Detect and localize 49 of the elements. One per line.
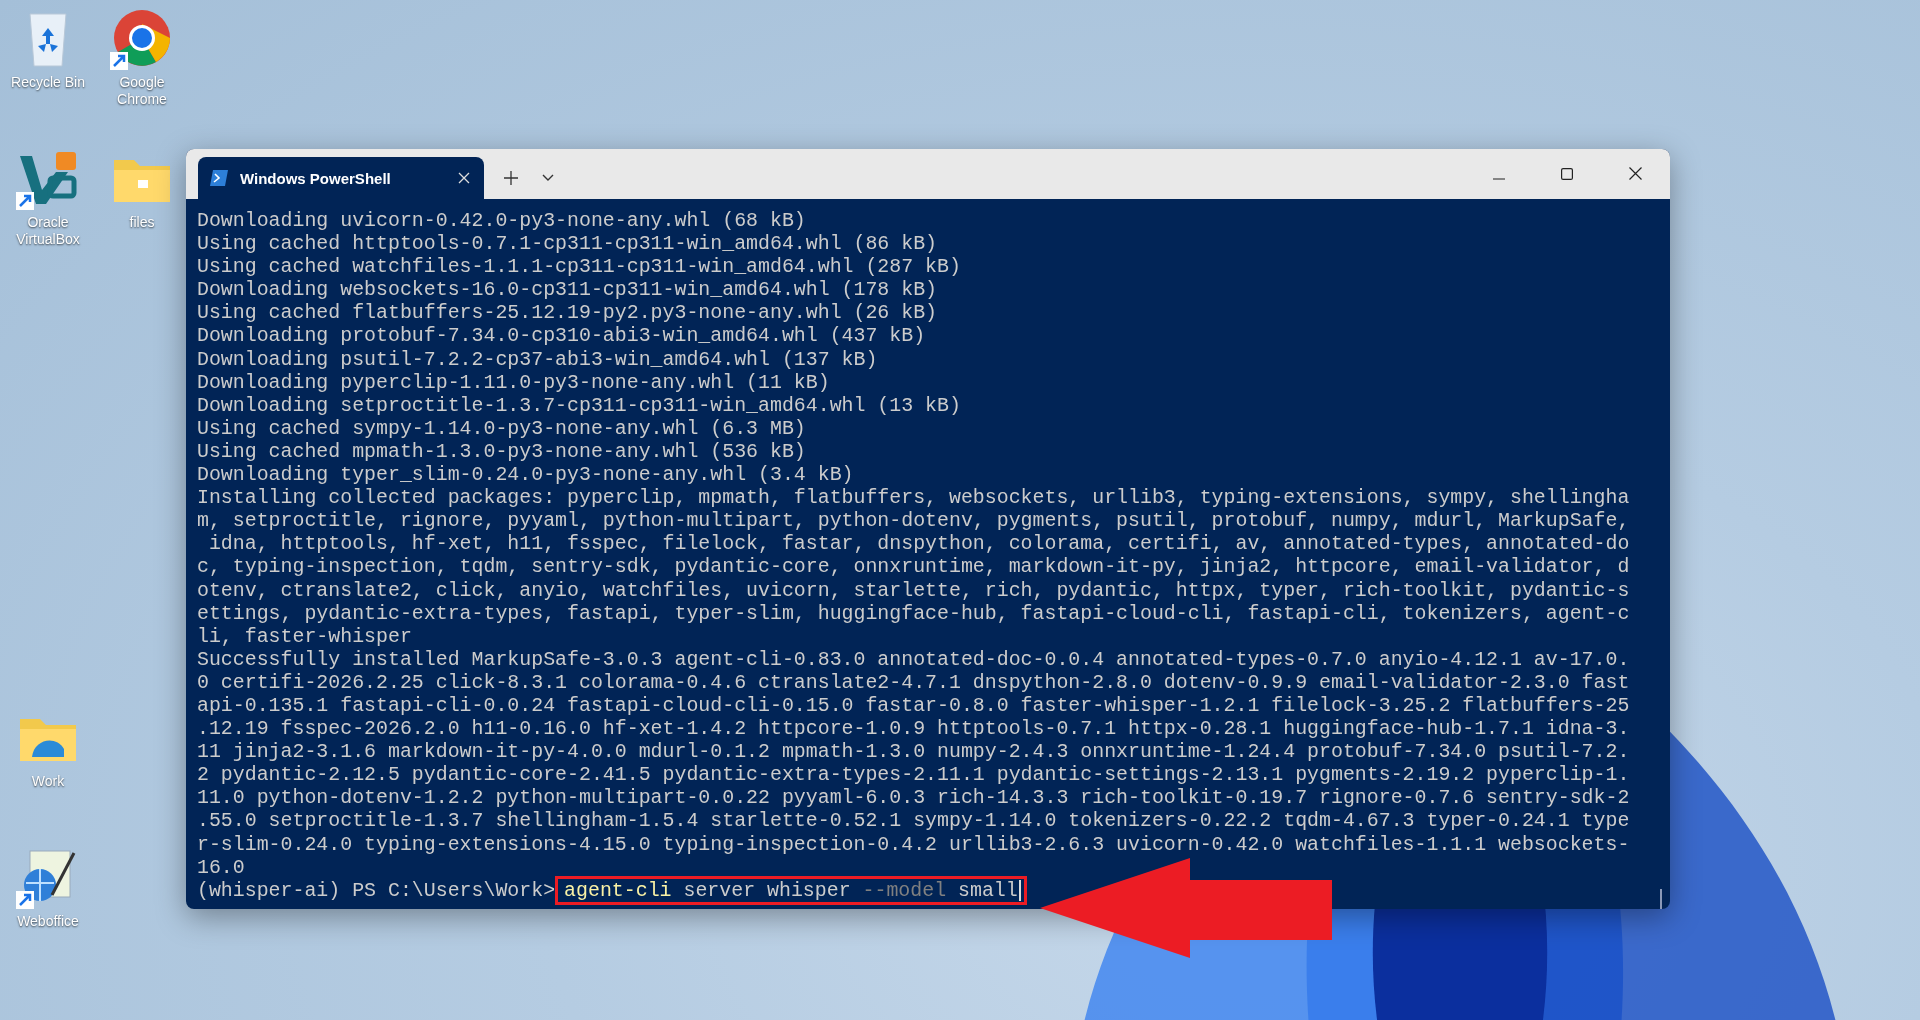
command-token: whisper bbox=[767, 878, 851, 902]
terminal-output-line: Downloading typer_slim-0.24.0-py3-none-any.whl (3.4 kB) bbox=[197, 463, 855, 487]
terminal-output-line: api-0.135.1 fastapi-cli-0.0.24 fastapi-cloud-cli-0.15.0 fastar-0.8.0 faster-whisper-1.2.1 filelock-3.25.2 flatbuffers-25 bbox=[197, 693, 1631, 718]
terminal-output-line: Downloading uvicorn-0.42.0-py3-none-any.whl (68 kB) bbox=[197, 209, 807, 233]
chevron-down-icon[interactable] bbox=[542, 174, 554, 182]
plus-icon[interactable] bbox=[504, 171, 518, 185]
desktop-icon-label[interactable]: files bbox=[129, 214, 155, 231]
tab-title: Windows PowerShell bbox=[240, 169, 392, 187]
terminal-output-line: 16.0 bbox=[197, 855, 246, 879]
terminal-output-line: li, faster-whisper bbox=[197, 624, 413, 648]
terminal-output-line: Using cached watchfiles-1.1.1-cp311-cp311-win_amd64.whl (287 kB) bbox=[197, 255, 962, 279]
desktop-icon-label[interactable]: Google Chrome bbox=[96, 74, 188, 108]
terminal-output-line: otenv, ctranslate2, click, anyio, watchfiles, uvicorn, starlette, rich, pydantic, httpx, typer, rich-toolkit, pydantic-s bbox=[197, 578, 1631, 602]
text-cursor bbox=[1018, 879, 1021, 901]
powershell-icon bbox=[210, 170, 228, 186]
command-token: server bbox=[683, 878, 756, 902]
terminal-output-line: m, setproctitle, rignore, pyyaml, python-multipart, python-dotenv, pygments, psutil, protobuf, numpy, mdurl, MarkupSafe, bbox=[197, 509, 1631, 533]
terminal-output-line: ettings, pydantic-extra-types, fastapi, typer-slim, huggingface-hub, fastapi-cloud-cli, fastapi-cli, tokenizers, agent-c bbox=[197, 601, 1631, 625]
terminal-output-line: c, typing-inspection, tqdm, sentry-sdk, pydantic-core, onnxruntime, markdown-it-py, jinja2, httpcore, email-validator, d bbox=[197, 555, 1631, 579]
terminal-output-line: Using cached sympy-1.14.0-py3-none-any.whl (6.3 MB) bbox=[197, 416, 807, 440]
terminal-output-line: 0 certifi-2026.2.25 click-8.3.1 colorama-0.4.6 ctranslate2-4.7.1 dnspython-2.8.0 dotenv-0.9.9 email-validator-2.3.0 fast bbox=[197, 670, 1631, 694]
desktop-icon-label[interactable]: Work bbox=[31, 773, 65, 790]
terminal-prompt: (whisper-ai) PS C:\Users\Work> bbox=[197, 878, 556, 904]
terminal-output-line: Downloading pyperclip-1.11.0-py3-none-any.whl (11 kB) bbox=[197, 370, 831, 394]
terminal-output-line: .12.19 fsspec-2026.2.0 h11-0.16.0 hf-xet-1.4.2 httpcore-1.0.9 httptools-0.7.1 httpx-0.28.1 huggingface-hub-1.7.1 idna-3. bbox=[197, 717, 1631, 741]
terminal-output-line: Downloading protobuf-7.34.0-cp310-abi3-win_amd64.whl (437 kB) bbox=[197, 324, 927, 348]
command-token: --model bbox=[862, 878, 947, 902]
desktop-icon-label[interactable]: Weboffice bbox=[17, 913, 79, 930]
command-token: small bbox=[958, 878, 1018, 902]
terminal-tab[interactable]: Windows PowerShell bbox=[198, 157, 484, 199]
terminal-output-line: Using cached httptools-0.7.1-cp311-cp311-win_amd64.whl (86 kB) bbox=[197, 232, 939, 256]
desktop-icon-label[interactable]: Oracle VirtualBox bbox=[2, 214, 94, 248]
maximize-icon[interactable] bbox=[1561, 168, 1573, 180]
terminal-output-line: 11.0 python-dotenv-1.2.2 python-multipart-0.0.22 pyyaml-6.0.3 rich-14.3.3 rich-toolkit-0.19.7 rignore-0.7.6 sentry-sdk-2 bbox=[197, 786, 1631, 810]
desktop-icon-label[interactable]: Recycle Bin bbox=[11, 74, 85, 91]
terminal-output-line: .55.0 setproctitle-1.3.7 shellingham-1.5.4 starlette-0.52.1 sympy-1.14.0 tokenizers-0.22.2 tqdm-4.67.3 typer-0.24.1 type bbox=[197, 809, 1631, 833]
terminal-output-line: 2 pydantic-2.12.5 pydantic-core-2.41.5 pydantic-extra-types-2.11.1 pydantic-settings-2.13.1 pygments-2.19.2 pyperclip-1. bbox=[197, 763, 1631, 787]
terminal-output-line: 11 jinja2-3.1.6 markdown-it-py-4.0.0 mdurl-0.1.2 mpmath-1.3.0 numpy-2.4.3 onnxruntime-1.24.4 protobuf-7.34.0 psutil-7.2. bbox=[197, 740, 1631, 764]
terminal-output-line: Downloading psutil-7.2.2-cp37-abi3-win_amd64.whl (137 kB) bbox=[197, 347, 879, 371]
terminal-output-line: Successfully installed MarkupSafe-3.0.3 agent-cli-0.83.0 annotated-doc-0.0.4 annotated-types-0.7.0 anyio-4.12.1 av-17.0. bbox=[197, 647, 1631, 671]
terminal-output-line: r-slim-0.24.0 typing-extensions-4.15.0 typing-inspection-0.4.2 urllib3-2.6.3 uvicorn-0.42.0 watchfiles-1.1.1 websockets- bbox=[197, 832, 1631, 856]
terminal-output-line: Downloading setproctitle-1.3.7-cp311-cp311-win_amd64.whl (13 kB) bbox=[197, 393, 962, 417]
terminal-output-line: Using cached mpmath-1.3.0-py3-none-any.whl (536 kB) bbox=[197, 439, 807, 464]
command-token: agent-cli bbox=[564, 878, 672, 902]
terminal-output-line: Using cached flatbuffers-25.12.19-py2.py3-none-any.whl (26 kB) bbox=[197, 301, 939, 325]
terminal-output-line: Downloading websockets-16.0-cp311-cp311-win_amd64.whl (178 kB) bbox=[197, 278, 939, 302]
terminal-output-line: idna, httptools, hf-xet, h11, fsspec, filelock, fastar, dnspython, colorama, certifi, av, annotated-types, annotated-do bbox=[207, 532, 1631, 556]
close-icon[interactable] bbox=[1629, 167, 1642, 180]
terminal-output-line: Installing collected packages: pyperclip, mpmath, flatbuffers, websockets, urllib3, typing-extensions, sympy, shellingha bbox=[197, 486, 1631, 510]
